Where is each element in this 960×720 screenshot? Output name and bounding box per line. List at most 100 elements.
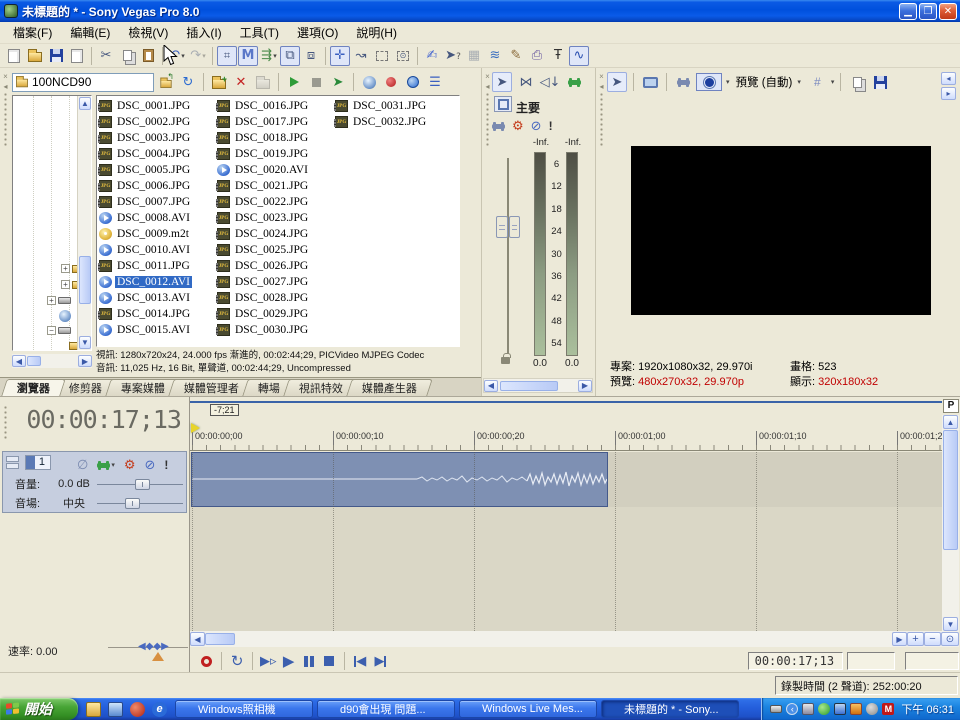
timeline-vertical-scrollbar[interactable]: ▲ ▼ <box>942 415 959 631</box>
menu-item[interactable]: 工具(T) <box>231 22 288 43</box>
fader-lock-icon[interactable] <box>501 357 510 364</box>
expand-track-layers-button[interactable]: ≋ <box>485 46 505 66</box>
interactive-tutorials-button[interactable]: ✍ <box>422 46 442 66</box>
file-list[interactable]: DSC_0001.JPG DSC_0002.JPG DSC_0003.JPG D… <box>96 95 460 347</box>
scroll-right-button[interactable]: ▶ <box>892 632 907 646</box>
file-item[interactable]: DSC_0023.JPG <box>217 210 335 226</box>
ql-media-icon[interactable] <box>130 702 145 717</box>
selection-start-field[interactable] <box>847 652 895 670</box>
file-item[interactable]: DSC_0015.AVI <box>99 322 217 338</box>
bus-mute-icon[interactable]: ⊘ <box>531 118 542 134</box>
m-tray-icon[interactable]: M <box>882 703 894 715</box>
file-item[interactable]: DSC_0027.JPG <box>217 274 335 290</box>
auto-ripple-button[interactable]: ⇶▾ <box>259 46 279 66</box>
file-item[interactable]: DSC_0031.JPG <box>335 98 453 114</box>
menu-item[interactable]: 檢視(V) <box>119 22 177 43</box>
master-fx-button[interactable] <box>564 72 584 92</box>
menu-item[interactable]: 編輯(E) <box>61 22 119 43</box>
track-solo-icon[interactable]: ! <box>164 458 168 472</box>
bus-automation-icon[interactable]: ⚙ <box>512 118 524 134</box>
audio-event-clip[interactable] <box>191 452 608 507</box>
display-tray-icon[interactable] <box>834 703 846 715</box>
tree-node[interactable]: + <box>47 296 71 305</box>
add-folder-button[interactable]: + <box>209 72 229 92</box>
file-item[interactable]: DSC_0005.JPG <box>99 162 217 178</box>
file-item[interactable]: DSC_0025.JPG <box>217 242 335 258</box>
track-fx-icon[interactable] <box>97 463 110 468</box>
go-to-start-button[interactable]: ◀ <box>352 652 368 670</box>
folder-tree[interactable]: + + + − ▲ ▼ <box>12 95 92 351</box>
split-screen-view-button[interactable] <box>696 73 722 91</box>
ql-ie-icon[interactable]: e <box>152 702 167 717</box>
file-item[interactable]: DSC_0022.JPG <box>217 194 335 210</box>
marker-p-button[interactable]: P <box>943 399 959 413</box>
selection-length-field[interactable] <box>905 652 959 670</box>
track-automation-icon[interactable]: ⚙ <box>124 457 136 473</box>
whats-this-help-button[interactable]: ➤? <box>443 46 463 66</box>
normal-edit-tool-button[interactable]: ✛ <box>330 46 350 66</box>
file-item[interactable]: DSC_0029.JPG <box>217 306 335 322</box>
file-item[interactable]: DSC_0028.JPG <box>217 290 335 306</box>
minimize-button[interactable]: ▁ <box>899 3 917 20</box>
toolbar-overflow-up[interactable]: ◂ <box>941 72 956 85</box>
auto-preview-button[interactable]: ➤ <box>328 72 348 92</box>
copy-snapshot-button[interactable] <box>847 72 867 92</box>
menu-item[interactable]: 說明(H) <box>347 22 406 43</box>
go-to-end-button[interactable]: ▶ <box>372 652 388 670</box>
file-item[interactable]: DSC_0020.AVI <box>217 162 335 178</box>
start-preview-button[interactable] <box>284 72 304 92</box>
tree-node-cdrom[interactable] <box>59 310 71 322</box>
play-button[interactable]: ▶ <box>281 652 297 670</box>
mixer-close-icon[interactable]: × <box>485 72 490 81</box>
record-button[interactable] <box>198 652 214 670</box>
toolbar-overflow-down[interactable]: ▸ <box>941 87 956 100</box>
file-item[interactable]: DSC_0014.JPG <box>99 306 217 322</box>
file-item[interactable]: DSC_0009.m2t <box>99 226 217 242</box>
update-tray-icon[interactable] <box>850 703 862 715</box>
file-item[interactable]: DSC_0007.JPG <box>99 194 217 210</box>
file-item[interactable]: DSC_0030.JPG <box>217 322 335 338</box>
video-dock-icon[interactable]: ◂ <box>599 82 603 91</box>
file-item[interactable]: DSC_0013.AVI <box>99 290 217 306</box>
zoom-edit-tool-button[interactable]: ⊙ <box>393 46 413 66</box>
menu-item[interactable]: 選項(O) <box>288 22 347 43</box>
pause-button[interactable] <box>301 652 317 670</box>
messenger-tray-icon[interactable] <box>818 703 830 715</box>
text-generator-button[interactable]: Ŧ <box>548 46 568 66</box>
timeline-horizontal-scrollbar[interactable]: ◀ ▶ + − ⊙ <box>190 631 959 647</box>
video-output-fx-button[interactable] <box>673 72 693 92</box>
mixer-select-button[interactable]: ➤ <box>492 72 512 92</box>
split-screen-dropdown[interactable]: ▾ <box>726 78 730 86</box>
time-ruler[interactable]: 00:00:00;0000:00:00;1000:00:00;2000:00:0… <box>190 429 942 451</box>
file-item[interactable]: DSC_0018.JPG <box>217 130 335 146</box>
stop-button[interactable] <box>321 652 337 670</box>
preview-quality-dropdown[interactable]: 預覽 (自動)▾ <box>733 73 804 91</box>
delete-button[interactable]: ✕ <box>231 72 251 92</box>
marker-bar[interactable]: -7;21 <box>190 399 942 415</box>
file-item[interactable]: DSC_0012.AVI <box>99 274 217 290</box>
external-monitor-button[interactable] <box>640 72 660 92</box>
file-item[interactable]: DSC_0006.JPG <box>99 178 217 194</box>
paste-button[interactable] <box>138 46 158 66</box>
hide-icons-chevron[interactable]: ‹ <box>786 703 798 715</box>
timeline-empty-area[interactable] <box>190 507 942 631</box>
envelope-edit-tool-button[interactable]: ↝ <box>351 46 371 66</box>
get-media-web-button[interactable] <box>403 72 423 92</box>
file-item[interactable]: DSC_0011.JPG <box>99 258 217 274</box>
redo-button[interactable]: ↷▾ <box>188 46 208 66</box>
open-button[interactable] <box>25 46 45 66</box>
bus-solo-icon[interactable]: ! <box>549 119 553 133</box>
tree-vertical-scrollbar[interactable]: ▲ ▼ <box>77 96 91 350</box>
explorer-dock-icon[interactable]: ◂ <box>3 82 7 91</box>
dim-output-button[interactable]: ◁↓ <box>540 72 560 92</box>
zoom-in-button[interactable]: + <box>907 632 924 646</box>
printer-tray-icon[interactable] <box>802 703 814 715</box>
multicamera-button[interactable]: ▦ <box>464 46 484 66</box>
file-item[interactable]: DSC_0002.JPG <box>99 114 217 130</box>
file-item[interactable]: DSC_0032.JPG <box>335 114 453 130</box>
tree-horizontal-scrollbar[interactable]: ◀ ▶ <box>12 354 92 368</box>
loop-playback-button[interactable]: ↻ <box>229 652 245 670</box>
mixer-dock-icon[interactable]: ◂ <box>485 82 489 91</box>
file-item[interactable]: DSC_0003.JPG <box>99 130 217 146</box>
address-combo[interactable]: 100NCD90 <box>12 73 154 92</box>
